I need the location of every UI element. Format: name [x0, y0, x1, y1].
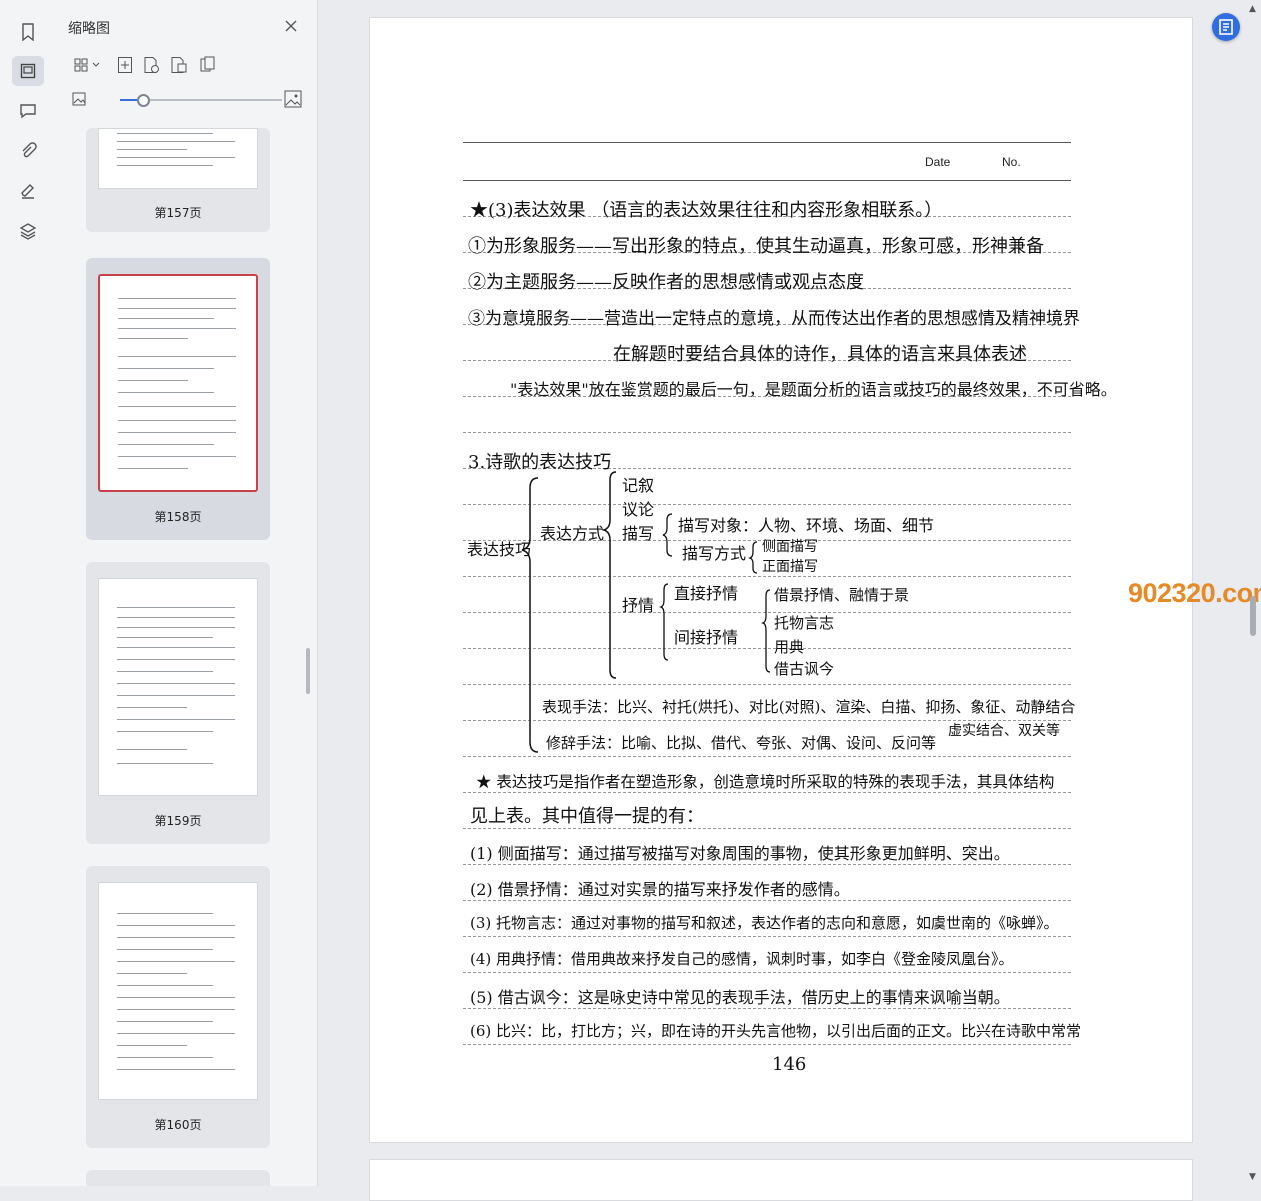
comment-icon[interactable] [12, 96, 44, 126]
bookmark-icon[interactable] [12, 17, 44, 47]
diagram-node: 描写 [622, 524, 655, 543]
diagram-node: 表现手法：比兴、衬托(烘托)、对比(对照)、渲染、白描、抑扬、象征、动静结合 [542, 698, 1076, 716]
attachment-icon[interactable] [12, 136, 44, 166]
thumbnail-zoom-row [72, 90, 304, 110]
large-image-icon[interactable] [284, 90, 302, 108]
floating-tool-button[interactable] [1212, 13, 1240, 41]
thumbnail-label: 第160页 [154, 1118, 202, 1132]
thumbnail-label: 第159页 [154, 814, 202, 828]
handwritten-line: ★ 表达技巧是指作者在塑造形象，创造意境时所采取的特殊的表现手法，其具体结构 [476, 773, 1055, 791]
handwritten-line: (4) 用典抒情：借用典故来抒发自己的感情，讽刺时事，如李白《登金陵凤凰台》。 [470, 950, 1014, 968]
diagram-node: 用典 [774, 638, 805, 656]
thumbnail-card[interactable]: 第159页 [86, 562, 270, 844]
signature-pen-icon[interactable] [12, 176, 44, 206]
thumbnail-card[interactable]: 第160页 [86, 866, 270, 1148]
diagram-node: 借景抒情、融情于景 [774, 586, 910, 604]
document-scrollbar-thumb[interactable] [1250, 596, 1256, 636]
watermark-text: 902320.com [1128, 578, 1261, 608]
left-icon-rail [0, 0, 57, 1186]
handwritten-line: (1) 侧面描写：通过描写被描写对象周围的事物，使其形象更加鲜明、突出。 [470, 844, 1010, 863]
handwritten-line: (3) 托物言志：通过对事物的描写和叙述，表达作者的志向和意愿，如虞世南的《咏蝉… [470, 914, 1059, 932]
thumbnail-page-image [98, 578, 258, 796]
grid-view-dropdown-icon[interactable] [72, 54, 104, 76]
thumbnail-page-image [98, 882, 258, 1100]
diagram-node: 间接抒情 [674, 628, 739, 647]
insert-page-icon[interactable] [115, 54, 135, 76]
handwritten-line: (6) 比兴：比，打比方；兴，即在诗的开头先言他物，以引出后面的正文。比兴在诗歌… [470, 1022, 1082, 1040]
page-tool-icon [1219, 19, 1233, 35]
handwritten-line: (5) 借古讽今：这是咏史诗中常见的表现手法，借历史上的事情来讽喻当朝。 [470, 988, 1010, 1007]
diagram-node: 描写对象：人物、环境、场面、细节 [678, 516, 935, 535]
panel-title: 缩略图 [68, 21, 110, 37]
scroll-up-arrow-icon[interactable]: ▲ [1249, 4, 1256, 14]
diagram-brackets [521, 471, 771, 753]
thumbnail-card[interactable]: 第157页 [86, 128, 270, 232]
diagram-node: 借古讽今 [774, 660, 835, 678]
diagram-node: 侧面描写 [762, 539, 818, 555]
scroll-down-arrow-icon[interactable]: ▼ [1249, 1172, 1256, 1182]
thumbnail-page-image [98, 128, 258, 189]
diagram-node: 正面描写 [762, 559, 818, 575]
handwritten-line: 见上表。其中值得一提的有： [470, 806, 704, 827]
document-page: Date No. ★(3)表达效果 （语言的表达效果往往和内容形象相联系。） ①… [369, 17, 1193, 1143]
thumbnail-page-image [98, 274, 258, 492]
close-icon[interactable] [284, 19, 300, 35]
panel-scrollbar[interactable] [306, 648, 310, 694]
thumbnail-card-selected[interactable]: 第158页 [86, 258, 270, 540]
thumbnail-icon[interactable] [12, 56, 44, 86]
layers-icon[interactable] [12, 216, 44, 246]
diagram-node: 托物言志 [774, 614, 835, 632]
thumbnail-card[interactable] [86, 1170, 270, 1186]
diagram-node: 议论 [622, 500, 655, 519]
replace-page-icon[interactable] [169, 54, 189, 76]
thumbnail-panel: 缩略图 第157页 第158页 第159页 第160页 [56, 0, 318, 1186]
copy-page-icon[interactable] [198, 54, 218, 76]
diagram-node: 修辞手法：比喻、比拟、借代、夸张、对偶、设问、反问等 [546, 734, 937, 752]
diagram-node: 描写方式 [682, 544, 747, 563]
extract-page-icon[interactable] [142, 54, 162, 76]
handwritten-line: (2) 借景抒情：通过对实景的描写来抒发作者的感情。 [470, 880, 850, 899]
diagram-node: 直接抒情 [674, 584, 739, 603]
page-number: 146 [772, 1054, 807, 1075]
diagram-node: 虚实结合、双关等 [948, 723, 1060, 739]
diagram-node: 记叙 [622, 476, 655, 495]
small-image-icon[interactable] [72, 92, 86, 106]
thumbnail-label: 第157页 [154, 206, 202, 220]
document-view: Date No. ★(3)表达效果 （语言的表达效果往往和内容形象相联系。） ①… [318, 0, 1261, 1201]
diagram-node: 表达方式 [540, 524, 605, 543]
zoom-slider-handle[interactable] [137, 94, 150, 107]
next-document-page [369, 1159, 1193, 1201]
thumbnail-label: 第158页 [154, 510, 202, 524]
diagram-root: 表达技巧 [467, 540, 532, 559]
diagram-node: 抒情 [622, 596, 655, 615]
